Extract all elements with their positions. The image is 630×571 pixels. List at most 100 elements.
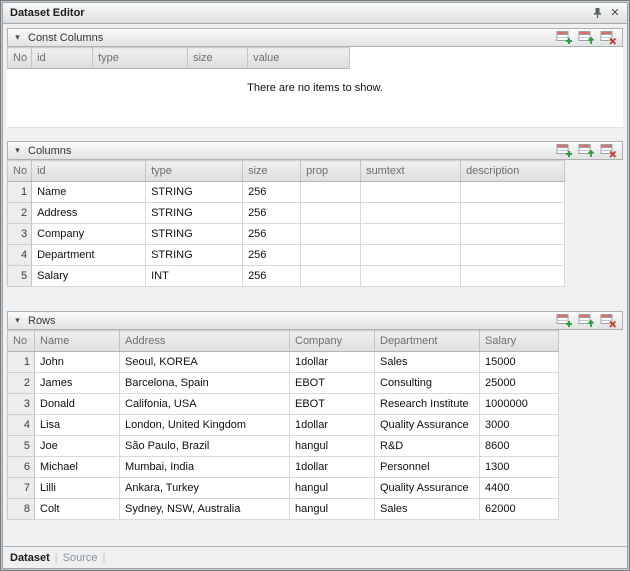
column-header-description[interactable]: description	[461, 161, 565, 182]
cell[interactable]: London, United Kingdom	[120, 415, 290, 436]
cell[interactable]	[361, 224, 461, 245]
cell[interactable]: Ankara, Turkey	[120, 478, 290, 499]
cell[interactable]: Sydney, NSW, Australia	[120, 499, 290, 520]
cell[interactable]: STRING	[146, 245, 243, 266]
cell[interactable]: Joe	[35, 436, 120, 457]
cell[interactable]: hangul	[290, 436, 375, 457]
section-header-columns[interactable]: ▾ Columns	[7, 141, 623, 160]
add-row-icon[interactable]	[556, 313, 573, 328]
cell[interactable]: 1300	[480, 457, 559, 478]
cell[interactable]: STRING	[146, 224, 243, 245]
cell[interactable]: 256	[243, 266, 301, 287]
column-header-salary[interactable]: Salary	[480, 331, 559, 352]
cell[interactable]: Michael	[35, 457, 120, 478]
row-number-cell[interactable]: 1	[8, 352, 35, 373]
cell[interactable]: John	[35, 352, 120, 373]
cell[interactable]: R&D	[375, 436, 480, 457]
cell[interactable]	[301, 266, 361, 287]
cell[interactable]	[361, 203, 461, 224]
cell[interactable]: 256	[243, 203, 301, 224]
cell[interactable]: Personnel	[375, 457, 480, 478]
delete-row-icon[interactable]	[600, 313, 617, 328]
column-header-type[interactable]: type	[146, 161, 243, 182]
cell[interactable]: Department	[32, 245, 146, 266]
column-header-size[interactable]: size	[188, 48, 248, 69]
cell[interactable]: Name	[32, 182, 146, 203]
close-icon[interactable]: ✕	[607, 6, 623, 21]
cell[interactable]: 256	[243, 245, 301, 266]
pin-icon[interactable]	[589, 6, 605, 21]
cell[interactable]: Address	[32, 203, 146, 224]
section-header-rows[interactable]: ▾ Rows	[7, 311, 623, 330]
add-row-icon[interactable]	[556, 30, 573, 45]
column-header-address[interactable]: Address	[120, 331, 290, 352]
column-header-value[interactable]: value	[248, 48, 350, 69]
add-row-icon[interactable]	[556, 143, 573, 158]
cell[interactable]: 25000	[480, 373, 559, 394]
cell[interactable]	[361, 266, 461, 287]
cell[interactable]: Consulting	[375, 373, 480, 394]
delete-row-icon[interactable]	[600, 30, 617, 45]
row-number-cell[interactable]: 1	[8, 182, 32, 203]
cell[interactable]	[301, 182, 361, 203]
cell[interactable]: Sales	[375, 499, 480, 520]
insert-row-icon[interactable]	[578, 313, 595, 328]
cell[interactable]: 1dollar	[290, 457, 375, 478]
cell[interactable]: Seoul, KOREA	[120, 352, 290, 373]
cell[interactable]: 4400	[480, 478, 559, 499]
cell[interactable]: Company	[32, 224, 146, 245]
column-header-no[interactable]: No	[8, 48, 32, 69]
column-header-company[interactable]: Company	[290, 331, 375, 352]
cell[interactable]: 256	[243, 224, 301, 245]
cell[interactable]: São Paulo, Brazil	[120, 436, 290, 457]
cell[interactable]: Quality Assurance	[375, 415, 480, 436]
column-header-name[interactable]: Name	[35, 331, 120, 352]
cell[interactable]: Califonia, USA	[120, 394, 290, 415]
cell[interactable]: STRING	[146, 203, 243, 224]
row-number-cell[interactable]: 5	[8, 266, 32, 287]
cell[interactable]: Barcelona, Spain	[120, 373, 290, 394]
cell[interactable]: 1dollar	[290, 415, 375, 436]
column-header-type[interactable]: type	[93, 48, 188, 69]
cell[interactable]	[301, 203, 361, 224]
cell[interactable]: hangul	[290, 478, 375, 499]
collapse-arrow-icon[interactable]: ▾	[12, 33, 23, 42]
cell[interactable]: Mumbai, India	[120, 457, 290, 478]
column-header-size[interactable]: size	[243, 161, 301, 182]
cell[interactable]: Donald	[35, 394, 120, 415]
cell[interactable]: Lilli	[35, 478, 120, 499]
cell[interactable]: Research Institute	[375, 394, 480, 415]
collapse-arrow-icon[interactable]: ▾	[12, 146, 23, 155]
cell[interactable]: 15000	[480, 352, 559, 373]
tab-source[interactable]: Source	[63, 552, 98, 564]
cell[interactable]	[361, 245, 461, 266]
cell[interactable]: Sales	[375, 352, 480, 373]
insert-row-icon[interactable]	[578, 30, 595, 45]
cell[interactable]: EBOT	[290, 394, 375, 415]
column-header-department[interactable]: Department	[375, 331, 480, 352]
cell[interactable]: 8600	[480, 436, 559, 457]
section-header-const-columns[interactable]: ▾ Const Columns	[7, 28, 623, 47]
delete-row-icon[interactable]	[600, 143, 617, 158]
column-header-no[interactable]: No	[8, 331, 35, 352]
cell[interactable]: 62000	[480, 499, 559, 520]
cell[interactable]: Colt	[35, 499, 120, 520]
row-number-cell[interactable]: 4	[8, 415, 35, 436]
collapse-arrow-icon[interactable]: ▾	[12, 316, 23, 325]
cell[interactable]	[461, 182, 565, 203]
cell[interactable]: Quality Assurance	[375, 478, 480, 499]
row-number-cell[interactable]: 3	[8, 394, 35, 415]
row-number-cell[interactable]: 5	[8, 436, 35, 457]
cell[interactable]	[301, 245, 361, 266]
cell[interactable]: STRING	[146, 182, 243, 203]
cell[interactable]	[461, 266, 565, 287]
cell[interactable]	[461, 203, 565, 224]
cell[interactable]: 1000000	[480, 394, 559, 415]
column-header-id[interactable]: id	[32, 161, 146, 182]
cell[interactable]	[361, 182, 461, 203]
cell[interactable]: Salary	[32, 266, 146, 287]
cell[interactable]	[301, 224, 361, 245]
row-number-cell[interactable]: 8	[8, 499, 35, 520]
cell[interactable]: James	[35, 373, 120, 394]
column-header-sumtext[interactable]: sumtext	[361, 161, 461, 182]
